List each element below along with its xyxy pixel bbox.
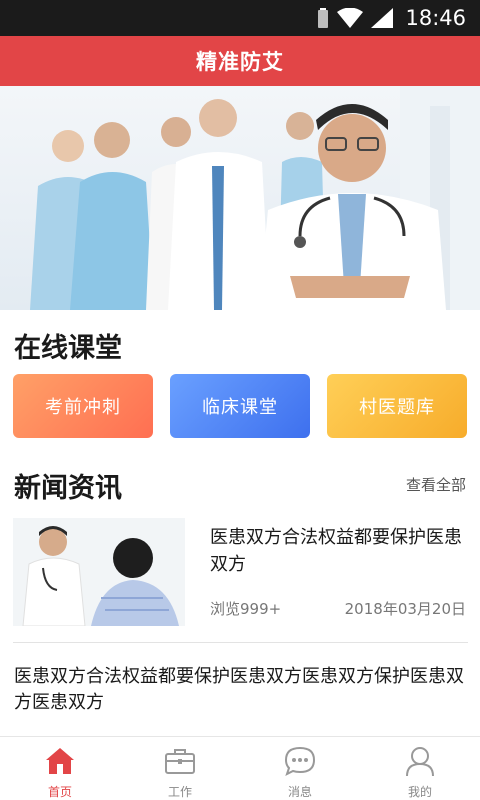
home-icon [46, 748, 74, 774]
news-thumbnail[interactable] [13, 518, 185, 626]
doctor-patient-illustration [13, 518, 185, 626]
clinical-class-button[interactable]: 临床课堂 [170, 374, 310, 438]
news-view-count: 浏览999+ [210, 600, 282, 618]
tab-profile[interactable]: 我的 [360, 737, 480, 800]
news-item-title[interactable]: 医患双方合法权益都要保护医患双方 [210, 524, 472, 578]
news-item-title[interactable]: 医患双方合法权益都要保护医患双方医患双方保护医患双方医患双方 [14, 664, 470, 716]
news-section-title: 新闻资讯 [14, 473, 122, 504]
tab-messages[interactable]: 消息 [240, 737, 360, 800]
tab-messages-label: 消息 [287, 785, 312, 799]
tab-profile-label: 我的 [407, 785, 432, 799]
tab-work-label: 工作 [167, 785, 192, 799]
tab-work[interactable]: 工作 [120, 737, 240, 800]
news-divider [13, 642, 468, 643]
status-bar: 18:46 [0, 0, 480, 36]
status-icons: 18:46 [317, 0, 466, 36]
tab-home[interactable]: 首页 [0, 737, 120, 800]
tab-home-label: 首页 [47, 785, 72, 799]
wifi-icon [337, 8, 364, 28]
page-title: 精准防艾 [196, 50, 284, 74]
signal-icon [371, 8, 394, 28]
news-date: 2018年03月20日 [344, 600, 466, 618]
village-doctor-quiz-button[interactable]: 村医题库 [327, 374, 467, 438]
exam-sprint-button[interactable]: 考前冲刺 [13, 374, 153, 438]
status-time: 18:46 [405, 6, 466, 30]
banner-image[interactable] [0, 86, 480, 310]
online-class-title: 在线课堂 [14, 333, 122, 364]
user-icon [406, 747, 434, 777]
view-all-link[interactable]: 查看全部 [406, 474, 466, 495]
battery-icon [318, 8, 329, 28]
message-icon [284, 746, 316, 776]
briefcase-icon [165, 749, 195, 774]
bottom-tab-bar: 首页 工作 消息 我的 [0, 736, 480, 800]
app-bar: 精准防艾 [0, 36, 480, 86]
doctors-illustration [0, 86, 480, 310]
